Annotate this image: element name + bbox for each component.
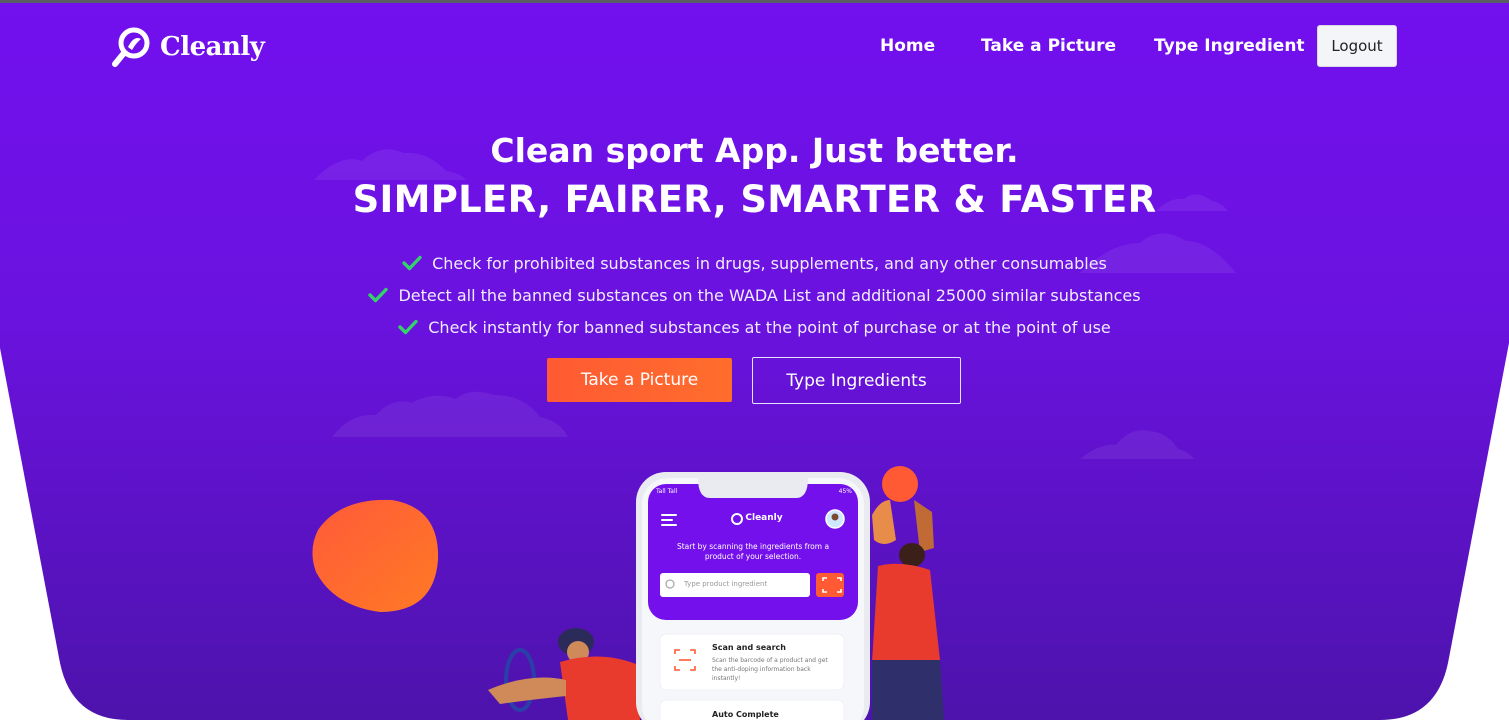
brand-logo[interactable]: Cleanly bbox=[110, 25, 265, 69]
phone-card-text: Scan the barcode of a product and get th… bbox=[712, 657, 828, 682]
hero-headline: Clean sport App. Just better. bbox=[490, 131, 1019, 170]
feature-item: Detect all the banned substances on the … bbox=[0, 279, 1509, 311]
feature-text: Check instantly for banned substances at… bbox=[428, 317, 1111, 337]
logout-button[interactable]: Logout bbox=[1317, 25, 1397, 67]
check-icon bbox=[398, 319, 418, 335]
feature-list: Check for prohibited substances in drugs… bbox=[0, 247, 1509, 343]
cleanly-logo-icon bbox=[112, 27, 150, 67]
take-a-picture-button[interactable]: Take a Picture bbox=[547, 358, 732, 402]
nav-home[interactable]: Home bbox=[880, 36, 935, 56]
decorative-blob bbox=[312, 499, 439, 612]
nav-take-a-picture[interactable]: Take a Picture bbox=[981, 36, 1116, 56]
phone-status-right: 45% bbox=[838, 488, 852, 495]
phone-search-input: Type product ingredient bbox=[684, 580, 768, 588]
phone-card-title-2: Auto Complete bbox=[712, 710, 779, 719]
window-top-border bbox=[0, 0, 1509, 3]
phone-app-name: Cleanly bbox=[745, 513, 783, 523]
brand-name: Cleanly bbox=[160, 32, 265, 62]
phone-card-title: Scan and search bbox=[712, 643, 786, 652]
page: Tall Tall 45% Cleanly Start by scanning … bbox=[0, 0, 1509, 720]
feature-text: Detect all the banned substances on the … bbox=[398, 285, 1141, 305]
feature-item: Check for prohibited substances in drugs… bbox=[0, 247, 1509, 279]
basketball-player-illustration bbox=[872, 466, 944, 720]
tennis-player-illustration bbox=[488, 628, 640, 720]
top-navbar: Cleanly Home Take a Picture Type Ingredi… bbox=[0, 3, 1509, 93]
check-icon bbox=[402, 255, 422, 271]
feature-item: Check instantly for banned substances at… bbox=[0, 311, 1509, 343]
type-ingredients-button[interactable]: Type Ingredients bbox=[752, 357, 961, 404]
phone-status-left: Tall Tall bbox=[656, 488, 678, 495]
hero-subheadline: SIMPLER, FAIRER, SMARTER & FASTER bbox=[352, 178, 1157, 221]
check-icon bbox=[368, 287, 389, 303]
phone-intro-text: Start by scanning the ingredients from a… bbox=[676, 542, 830, 561]
nav-type-ingredient[interactable]: Type Ingredient bbox=[1154, 36, 1305, 56]
feature-text: Check for prohibited substances in drugs… bbox=[432, 253, 1107, 273]
